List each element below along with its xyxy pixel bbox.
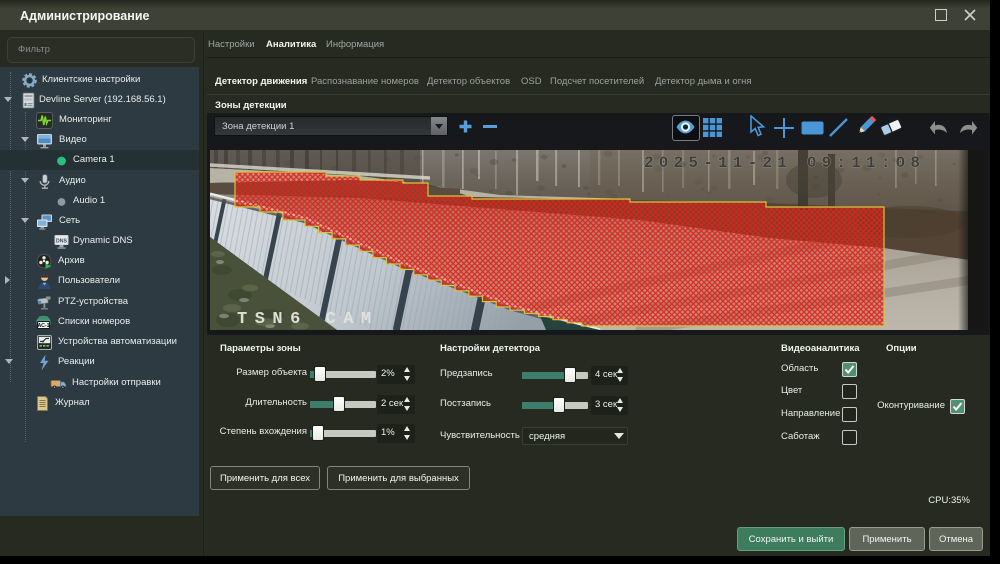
svg-text:AC-1: AC-1 xyxy=(37,323,49,329)
svg-text:2025-11-21 09:11:08: 2025-11-21 09:11:08 xyxy=(644,154,925,172)
svg-text:DNS: DNS xyxy=(56,238,67,244)
svg-text:TSN6 CAM: TSN6 CAM xyxy=(237,310,379,329)
